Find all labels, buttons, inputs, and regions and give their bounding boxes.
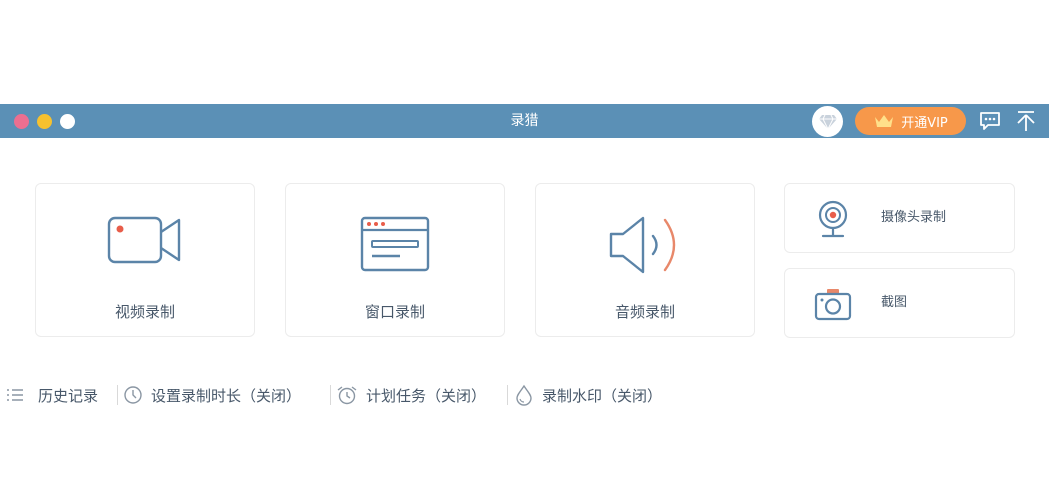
set-duration-button[interactable]: 设置录制时长（关闭） <box>123 380 301 410</box>
crown-icon <box>875 115 894 127</box>
video-camera-icon <box>107 216 181 264</box>
history-button[interactable]: 历史记录 <box>6 380 98 410</box>
diamond-icon <box>818 114 837 130</box>
history-label: 历史记录 <box>38 386 99 405</box>
set-duration-label: 设置录制时长（关闭） <box>151 386 302 405</box>
window-record-label: 窗口录制 <box>364 303 425 321</box>
speaker-icon <box>609 216 676 274</box>
title-bar: 录猎 开通VIP <box>0 104 1049 138</box>
diamond-button[interactable] <box>812 106 843 137</box>
watermark-label: 录制水印（关闭） <box>542 386 663 405</box>
bottom-toolbar: 历史记录 设置录制时长（关闭） 计划任务（关闭） 录制水印（关闭） <box>0 380 1049 410</box>
scheduled-task-label: 计划任务（关闭） <box>366 386 487 405</box>
feedback-button[interactable] <box>978 110 1002 132</box>
video-record-label: 视频录制 <box>114 303 175 321</box>
pin-icon <box>1017 111 1035 131</box>
list-icon <box>7 389 23 401</box>
screenshot-card[interactable]: 截图 <box>784 268 1015 338</box>
screenshot-label: 截图 <box>881 295 908 310</box>
webcam-icon <box>818 200 848 238</box>
divider <box>507 385 508 405</box>
audio-record-card[interactable]: 音频录制 <box>535 183 755 337</box>
watermark-button[interactable]: 录制水印（关闭） <box>514 380 662 410</box>
webcam-record-label: 摄像头录制 <box>881 210 947 225</box>
clock-icon <box>124 386 142 404</box>
open-vip-button[interactable]: 开通VIP <box>855 107 966 135</box>
audio-record-label: 音频录制 <box>614 303 675 321</box>
alarm-clock-icon <box>337 386 357 405</box>
pin-button[interactable] <box>1014 109 1038 133</box>
webcam-record-card[interactable]: 摄像头录制 <box>784 183 1015 253</box>
droplet-icon <box>516 384 532 406</box>
camera-icon <box>814 289 852 321</box>
divider <box>117 385 118 405</box>
video-record-card[interactable]: 视频录制 <box>35 183 255 337</box>
window-record-card[interactable]: 窗口录制 <box>285 183 505 337</box>
window-icon <box>360 216 430 272</box>
vip-label: 开通VIP <box>901 115 948 131</box>
scheduled-task-button[interactable]: 计划任务（关闭） <box>336 380 486 410</box>
divider <box>330 385 331 405</box>
chat-icon <box>980 112 1000 130</box>
